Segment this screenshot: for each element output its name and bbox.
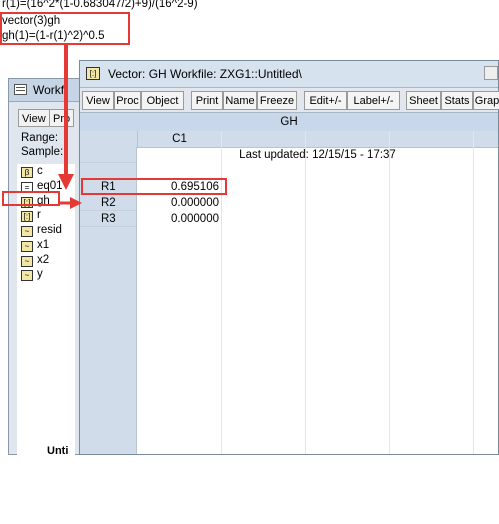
down-arrow (58, 45, 74, 190)
right-arrow (60, 197, 82, 209)
annotation-arrows (58, 45, 82, 209)
